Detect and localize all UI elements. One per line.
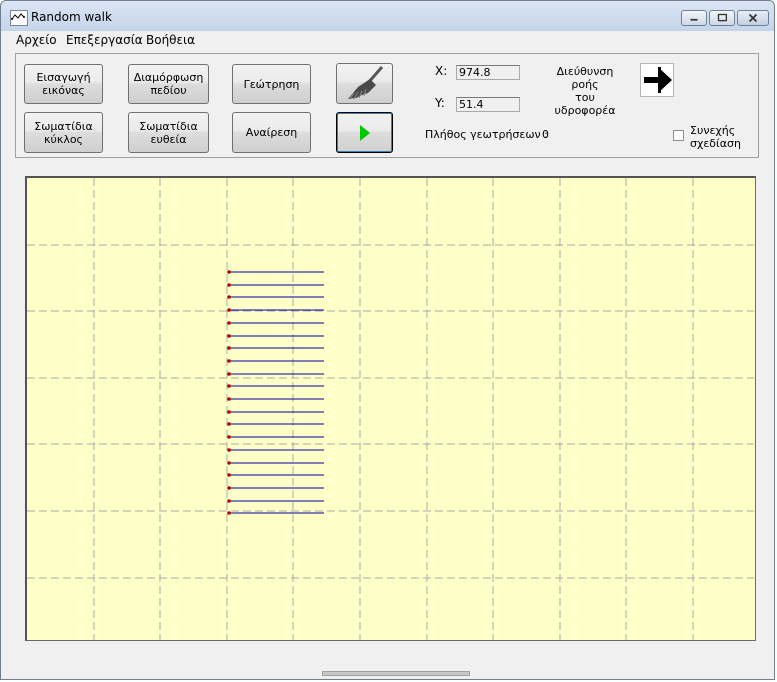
flow-direction-button[interactable] xyxy=(640,63,674,97)
particle-dot xyxy=(227,435,231,439)
menu-help[interactable]: Βοήθεια xyxy=(146,33,195,47)
particle-dot xyxy=(227,346,231,350)
configure-field-button[interactable]: Διαμόρφωση πεδίου xyxy=(128,64,209,104)
menu-file[interactable]: Αρχείο xyxy=(16,33,57,47)
particle-dot xyxy=(227,461,231,465)
y-coordinate-field[interactable]: 51.4 xyxy=(456,97,520,112)
drill-count-label: Πλήθος γεωτρήσεων : xyxy=(425,128,548,141)
play-icon xyxy=(359,124,370,141)
minimize-icon xyxy=(690,18,698,21)
particle-dot xyxy=(227,422,231,426)
continuous-drawing-checkbox[interactable] xyxy=(673,130,684,141)
particle-dot xyxy=(227,473,231,477)
menu-bar: Αρχείο Επεξεργασία Βοήθεια xyxy=(2,31,773,49)
drilling-button[interactable]: Γεώτρηση xyxy=(232,64,311,104)
particle-dot xyxy=(227,359,231,363)
close-button[interactable] xyxy=(737,10,769,26)
window-title: Random walk xyxy=(31,10,112,24)
particle-dot xyxy=(227,321,231,325)
simulation-canvas[interactable] xyxy=(25,176,756,641)
menu-edit[interactable]: Επεξεργασία xyxy=(66,33,143,47)
particle-dot xyxy=(227,486,231,490)
horizontal-scrollbar-thumb[interactable] xyxy=(322,671,470,676)
maximize-button[interactable] xyxy=(709,10,735,26)
close-icon xyxy=(748,13,758,23)
x-coordinate-field[interactable]: 974.8 xyxy=(456,65,520,80)
simulation-drawing xyxy=(27,178,754,640)
undo-button[interactable]: Αναίρεση xyxy=(232,112,311,153)
minimize-button[interactable] xyxy=(681,10,707,26)
drill-count-value: 0 xyxy=(542,128,549,141)
title-bar[interactable]: Random walk xyxy=(1,1,774,31)
continuous-drawing-label: Συνεχής σχεδίαση xyxy=(690,124,741,150)
play-button[interactable] xyxy=(336,112,393,153)
particle-dot xyxy=(227,270,231,274)
particle-dot xyxy=(227,308,231,312)
particle-dot xyxy=(227,384,231,388)
particle-dot xyxy=(227,283,231,287)
y-label: Y: xyxy=(435,96,445,110)
flow-direction-label: Διεύθυνση ροής του υδροφορέα xyxy=(554,65,616,117)
particle-dot xyxy=(227,410,231,414)
random-walk-app-icon xyxy=(10,10,28,26)
particle-dot xyxy=(227,448,231,452)
clear-brush-button[interactable] xyxy=(336,63,393,104)
particles-circle-button[interactable]: Σωματίδια κύκλος xyxy=(24,112,103,153)
particle-dot xyxy=(227,372,231,376)
particle-dot xyxy=(227,295,231,299)
particle-dot xyxy=(227,397,231,401)
particle-dot xyxy=(227,511,231,515)
broom-icon xyxy=(347,65,383,99)
x-label: X: xyxy=(435,64,448,78)
arrow-right-icon xyxy=(644,67,672,93)
particles-line-button[interactable]: Σωματίδια ευθεία xyxy=(128,112,209,153)
particle-dot xyxy=(227,334,231,338)
particle-dot xyxy=(227,499,231,503)
insert-image-button[interactable]: Εισαγωγή εικόνας xyxy=(24,64,103,104)
maximize-icon xyxy=(717,13,728,22)
